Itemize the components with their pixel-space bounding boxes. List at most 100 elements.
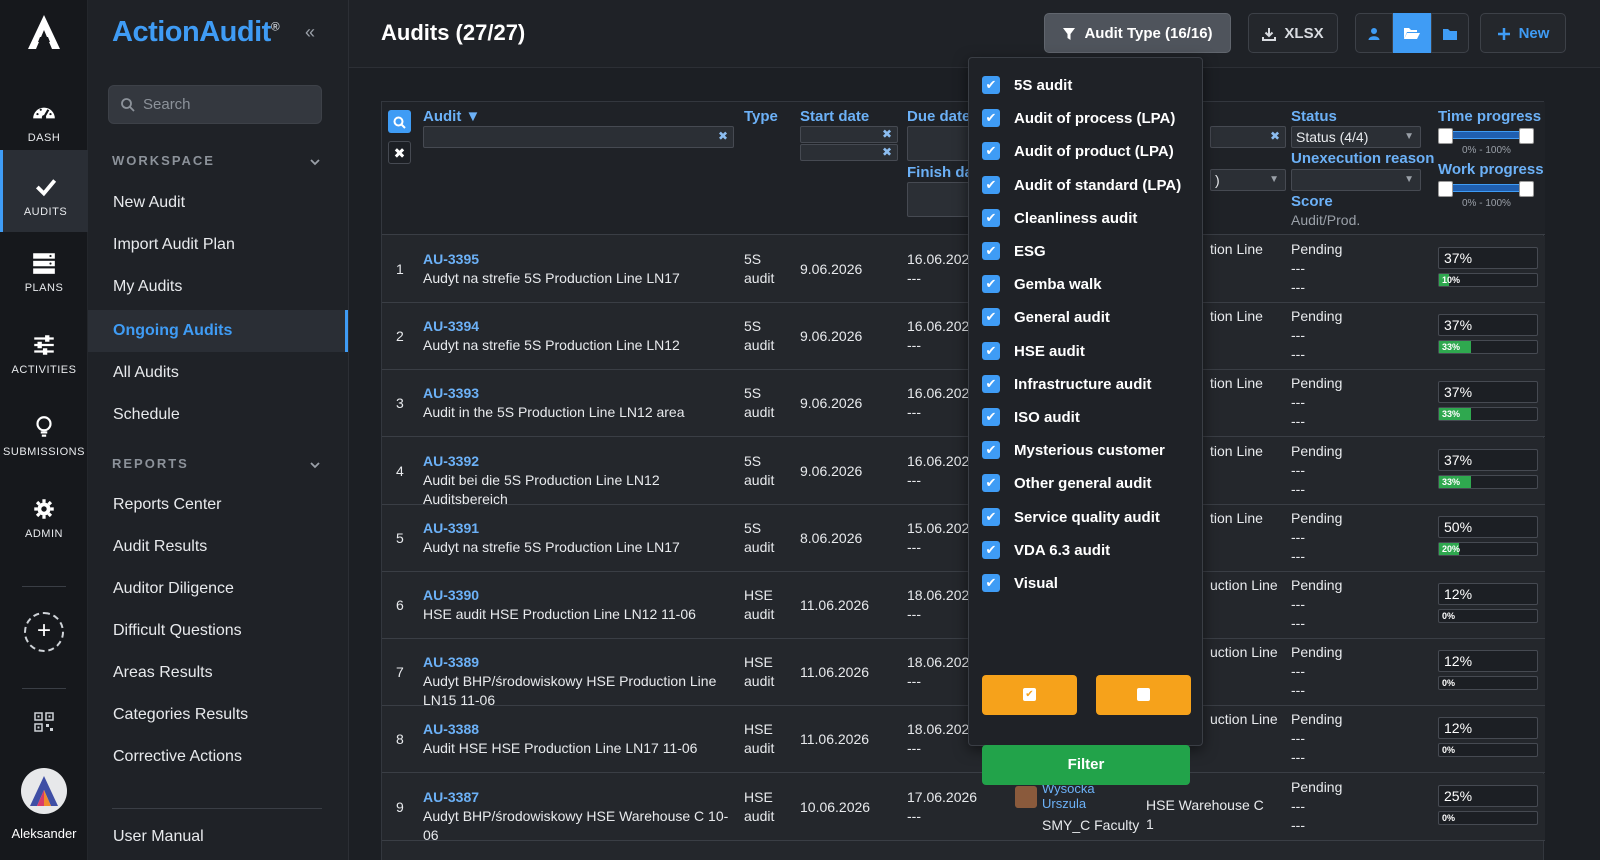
app-logo-icon[interactable] [24,12,64,52]
audit-type-option[interactable]: ✔ 5S audit [982,76,1072,98]
table-row[interactable]: 4 AU-3392 Audit bei die 5S Production Line… [382,437,1545,507]
checkbox-checked-icon[interactable]: ✔ [982,308,1000,327]
audit-type-filter-button[interactable]: Audit Type (16/16) [1044,13,1231,53]
nav-auditor-diligence[interactable]: Auditor Diligence [88,568,348,610]
audit-type-option[interactable]: ✔ Visual [982,574,1058,596]
export-xlsx-button[interactable]: XLSX [1248,13,1338,53]
start-date-from-input[interactable]: ✖ [800,126,898,143]
nav-ongoing-audits[interactable]: Ongoing Audits [88,310,348,352]
new-audit-button[interactable]: New [1480,13,1566,53]
clear-icon[interactable]: ✖ [718,129,728,143]
nav-reports-center[interactable]: Reports Center [88,484,348,526]
checkbox-checked-icon[interactable]: ✔ [982,507,1000,526]
nav-corrective-actions[interactable]: Corrective Actions [88,736,348,778]
time-progress-range-slider[interactable] [1438,128,1534,144]
audit-id-link[interactable]: AU-3395 [423,250,479,269]
table-row[interactable]: 5 AU-3391 Audyt na strefie 5S Production L… [382,504,1545,572]
auditor-link[interactable]: Wysocka Urszula [1042,781,1112,811]
checkbox-checked-icon[interactable]: ✔ [982,341,1000,360]
checkbox-checked-icon[interactable]: ✔ [982,76,1000,95]
table-row[interactable]: 3 AU-3393 Audit in the 5S Production Line … [382,370,1545,438]
view-all-button[interactable] [1431,13,1469,53]
chevron-down-icon[interactable] [309,156,321,168]
select-all-button[interactable]: ✔ [982,675,1077,715]
avatar[interactable] [21,768,67,814]
checkbox-checked-icon[interactable]: ✔ [982,540,1000,559]
checkbox-checked-icon[interactable]: ✔ [982,109,1000,128]
nav-my-audits[interactable]: My Audits [88,266,348,308]
table-row[interactable]: 6 AU-3390 HSE audit HSE Production Line LN… [382,572,1545,639]
audit-id-link[interactable]: AU-3391 [423,519,479,538]
chevron-down-icon[interactable] [309,459,321,471]
nav-user-manual[interactable]: User Manual [88,816,348,858]
col-status[interactable]: Status [1291,108,1337,125]
nav-categories-results[interactable]: Categories Results [88,694,348,736]
checkbox-checked-icon[interactable]: ✔ [982,175,1000,194]
audit-type-option[interactable]: ✔ ESG [982,242,1046,264]
table-row[interactable]: 8 AU-3388 Audit HSE HSE Production Line LN… [382,699,1545,774]
checkbox-checked-icon[interactable]: ✔ [982,474,1000,493]
filter-button[interactable]: Filter [982,745,1190,785]
finish-date-filter-input[interactable] [907,182,977,217]
col-score[interactable]: Score [1291,193,1333,210]
checkbox-checked-icon[interactable]: ✔ [982,242,1000,261]
nav-areas-results[interactable]: Areas Results [88,652,348,694]
audit-type-option[interactable]: ✔ Service quality audit [982,507,1160,530]
collapse-sidebar-icon[interactable]: « [305,22,315,43]
audit-type-option[interactable]: ✔ VDA 6.3 audit [982,540,1110,563]
audit-type-option[interactable]: ✔ Audit of product (LPA) [982,142,1174,164]
area-filter-select[interactable]: ) ▼ [1210,169,1286,191]
audit-id-link[interactable]: AU-3394 [423,317,479,336]
view-my-button[interactable] [1355,13,1393,53]
table-row[interactable]: 1 AU-3395 Audyt na strefie 5S Production L… [382,236,1545,303]
search-input[interactable] [143,86,318,123]
col-start-date[interactable]: Start date [800,108,869,125]
audit-type-option[interactable]: ✔ ISO audit [982,408,1080,430]
checkbox-checked-icon[interactable]: ✔ [982,441,1000,460]
clear-filters-button[interactable]: ✖ [388,141,411,164]
col-due-date[interactable]: Due date [907,108,970,125]
work-progress-range-slider[interactable] [1438,181,1534,197]
audit-id-link[interactable]: AU-3392 [423,452,479,471]
add-icon[interactable]: + [24,612,64,652]
checkbox-checked-icon[interactable]: ✔ [982,408,1000,427]
audit-type-option[interactable]: ✔ Cleanliness audit [982,208,1137,231]
rail-item-audits[interactable]: AUDITS [0,150,88,232]
unexecution-filter-select[interactable]: ▼ [1291,169,1421,191]
audit-id-link[interactable]: AU-3390 [423,586,479,605]
col-unexecution-reason[interactable]: Unexecution reason [1291,150,1434,167]
table-row[interactable]: 7 AU-3389 Audyt BHP/środowiskowy HSE Produ… [382,639,1545,708]
audit-type-option[interactable]: ✔ HSE audit [982,341,1085,364]
due-date-filter-input[interactable] [907,126,977,161]
col-time-progress[interactable]: Time progress [1438,108,1541,125]
nav-difficult-questions[interactable]: Difficult Questions [88,610,348,652]
checkbox-checked-icon[interactable]: ✔ [982,374,1000,393]
checkbox-checked-icon[interactable]: ✔ [982,142,1000,161]
audit-type-option[interactable]: ✔ Infrastructure audit [982,374,1152,397]
audit-filter-input[interactable]: ✖ [423,126,734,148]
rail-item-submissions[interactable]: SUBMISSIONS [0,396,88,478]
audit-id-link[interactable]: AU-3387 [423,788,479,807]
deselect-all-button[interactable] [1096,675,1191,715]
nav-all-audits[interactable]: All Audits [88,352,348,394]
status-filter-select[interactable]: Status (4/4) ▼ [1291,126,1421,148]
table-row[interactable]: 2 AU-3394 Audyt na strefie 5S Production L… [382,303,1545,371]
rail-item-admin[interactable]: ADMIN [0,478,88,560]
col-audit[interactable]: Audit ▼ [423,108,480,125]
clear-icon[interactable]: ✖ [882,127,892,141]
audit-type-option[interactable]: ✔ Gemba walk [982,275,1102,297]
audit-type-option[interactable]: ✔ Audit of standard (LPA) [982,175,1181,198]
clear-icon[interactable]: ✖ [882,145,892,159]
checkbox-checked-icon[interactable]: ✔ [982,574,1000,593]
audit-type-option[interactable]: ✔ General audit [982,308,1110,330]
rail-item-activities[interactable]: ACTIVITIES [0,314,88,396]
audit-type-option[interactable]: ✔ Mysterious customer [982,441,1165,463]
nav-schedule[interactable]: Schedule [88,394,348,436]
area-filter-input[interactable]: ✖ [1210,126,1286,148]
rail-item-plans[interactable]: PLANS [0,232,88,314]
start-date-to-input[interactable]: ✖ [800,144,898,161]
table-row[interactable]: 9 AU-3387 Audyt BHP/środowiskowy HSE Wareh… [382,773,1545,843]
nav-audit-results[interactable]: Audit Results [88,526,348,568]
col-work-progress[interactable]: Work progress [1438,161,1544,178]
audit-type-option[interactable]: ✔ Audit of process (LPA) [982,109,1175,131]
